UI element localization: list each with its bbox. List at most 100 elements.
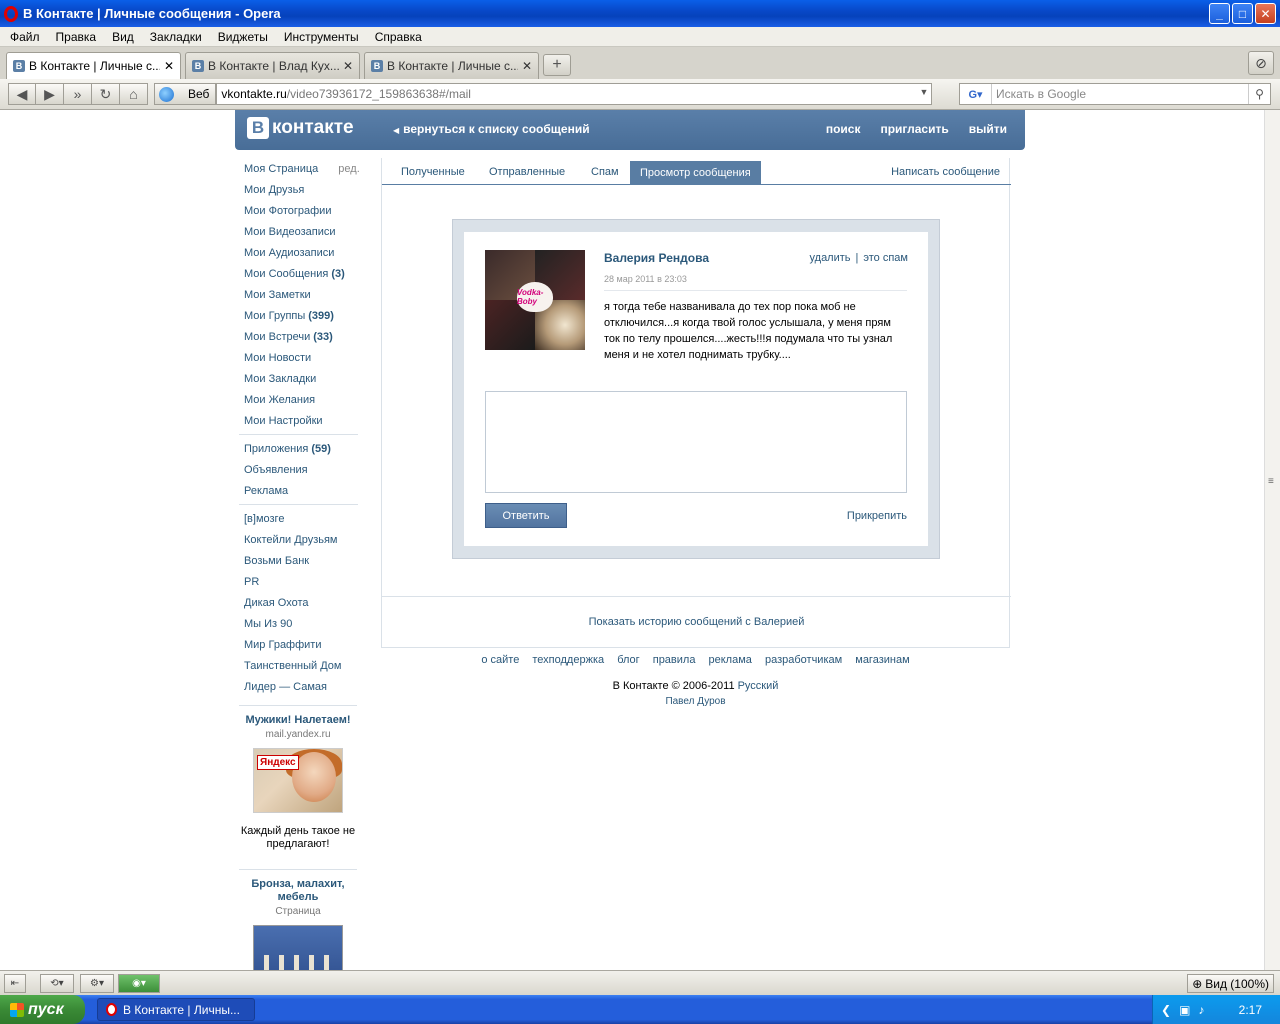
google-icon[interactable]: G▾: [960, 84, 992, 104]
attach-link[interactable]: Прикрепить: [847, 510, 907, 522]
back-button[interactable]: ◀: [8, 83, 36, 105]
menu-advertising[interactable]: Реклама: [244, 480, 358, 501]
menu-friends[interactable]: Мои Друзья: [244, 179, 358, 200]
app-link[interactable]: Дикая Охота: [244, 592, 358, 613]
fast-forward-button[interactable]: »: [64, 83, 92, 105]
chevron-down-icon[interactable]: ▼: [920, 87, 929, 97]
footer-ads[interactable]: реклама: [709, 654, 752, 666]
menu-bookmarks[interactable]: Закладки: [142, 30, 210, 44]
footer-rules[interactable]: правила: [653, 654, 696, 666]
menu-messages[interactable]: Мои Сообщения (3): [244, 263, 358, 284]
menu-notes[interactable]: Мои Заметки: [244, 284, 358, 305]
footer-shops[interactable]: магазинам: [855, 654, 909, 666]
app-link[interactable]: Лидер — Самая: [244, 676, 358, 697]
taskbar-opera-item[interactable]: В Контакте | Личны...: [97, 998, 255, 1021]
close-window-button[interactable]: ✕: [1255, 3, 1276, 24]
nav-search[interactable]: поиск: [826, 122, 861, 136]
vertical-scrollbar[interactable]: ≡: [1264, 110, 1280, 970]
menu-view[interactable]: Вид: [104, 30, 142, 44]
menu-videos[interactable]: Мои Видеозаписи: [244, 221, 358, 242]
menu-ads[interactable]: Объявления: [244, 459, 358, 480]
show-history-link[interactable]: Показать историю сообщений с Валерией: [382, 616, 1011, 628]
ad-title[interactable]: Мужики! Налетаем!: [239, 714, 357, 727]
close-tab-icon[interactable]: ✕: [522, 59, 532, 73]
ad-image[interactable]: Яндекс: [253, 748, 343, 813]
footer-about[interactable]: о сайте: [481, 654, 519, 666]
app-link[interactable]: Мир Граффити: [244, 634, 358, 655]
search-input[interactable]: Искать в Google: [992, 87, 1248, 101]
browser-tab-3[interactable]: В В Контакте | Личные с... ✕: [364, 52, 539, 79]
menu-photos[interactable]: Мои Фотографии: [244, 200, 358, 221]
browser-tab-2[interactable]: В В Контакте | Влад Кух... ✕: [185, 52, 360, 79]
edit-link[interactable]: ред.: [338, 163, 359, 175]
menu-audio[interactable]: Мои Аудиозаписи: [244, 242, 358, 263]
back-to-messages-link[interactable]: ◀ вернуться к списку сообщений: [393, 122, 590, 136]
menu-edit[interactable]: Правка: [48, 30, 105, 44]
app-link[interactable]: Коктейли Друзьям: [244, 529, 358, 550]
menu-news[interactable]: Мои Новости: [244, 347, 358, 368]
app-link[interactable]: PR: [244, 571, 358, 592]
menu-groups[interactable]: Мои Группы (399): [244, 305, 358, 326]
menu-file[interactable]: Файл: [2, 30, 48, 44]
forward-button[interactable]: ▶: [36, 83, 64, 105]
reply-button[interactable]: Ответить: [485, 503, 567, 528]
footer-developers[interactable]: разработчикам: [765, 654, 842, 666]
menu-events[interactable]: Мои Встречи (33): [244, 326, 358, 347]
menu-wishes[interactable]: Мои Желания: [244, 389, 358, 410]
ad-block-yandex[interactable]: Мужики! Налетаем! mail.yandex.ru Яндекс …: [239, 705, 357, 851]
sender-avatar[interactable]: Vodka-Boby: [485, 250, 585, 350]
spam-link[interactable]: это спам: [863, 252, 908, 264]
close-tab-icon[interactable]: ✕: [343, 59, 353, 73]
author-link[interactable]: Павел Дуров: [381, 696, 1010, 707]
zoom-control[interactable]: ⊕ Вид (100%): [1187, 974, 1274, 993]
unite-button[interactable]: ⚙▾: [80, 974, 114, 993]
tab-view-message[interactable]: Просмотр сообщения: [630, 161, 761, 185]
trash-icon[interactable]: ⊘: [1248, 51, 1274, 75]
reload-button[interactable]: ↻: [92, 83, 120, 105]
start-button[interactable]: пуск: [0, 995, 85, 1024]
ad-title[interactable]: Бронза, малахит, мебель: [239, 878, 357, 904]
ad-image[interactable]: [253, 925, 343, 970]
minimize-button[interactable]: _: [1209, 3, 1230, 24]
sync-button[interactable]: ⟲▾: [40, 974, 74, 993]
app-link[interactable]: Возьми Банк: [244, 550, 358, 571]
tray-expand-icon[interactable]: ❮: [1161, 1003, 1171, 1017]
sender-name[interactable]: Валерия Рендова: [604, 251, 709, 265]
delete-link[interactable]: удалить: [810, 252, 851, 264]
turbo-button[interactable]: ◉▾: [118, 974, 160, 993]
tab-spam[interactable]: Спам: [591, 166, 619, 178]
menu-my-page[interactable]: Моя Страница ред.: [244, 158, 360, 179]
menu-bookmarks[interactable]: Мои Закладки: [244, 368, 358, 389]
panel-toggle-button[interactable]: ⇤: [4, 974, 26, 993]
volume-icon[interactable]: ♪: [1198, 1003, 1204, 1017]
home-button[interactable]: ⌂: [120, 83, 148, 105]
tab-received[interactable]: Полученные: [401, 166, 465, 178]
scroll-grip-icon[interactable]: ≡: [1268, 477, 1277, 494]
close-tab-icon[interactable]: ✕: [164, 59, 174, 73]
menu-tools[interactable]: Инструменты: [276, 30, 367, 44]
compose-message-link[interactable]: Написать сообщение: [891, 166, 1000, 178]
app-link[interactable]: Таинственный Дом: [244, 655, 358, 676]
nav-logout[interactable]: выйти: [969, 122, 1007, 136]
menu-help[interactable]: Справка: [367, 30, 430, 44]
footer-support[interactable]: техподдержка: [532, 654, 604, 666]
network-icon[interactable]: ▣: [1179, 1003, 1190, 1017]
footer-blog[interactable]: блог: [617, 654, 639, 666]
search-box[interactable]: G▾ Искать в Google ⚲: [959, 83, 1271, 105]
app-link[interactable]: Мы Из 90: [244, 613, 358, 634]
menu-widgets[interactable]: Виджеты: [210, 30, 276, 44]
tab-sent[interactable]: Отправленные: [489, 166, 565, 178]
app-link[interactable]: [в]мозге: [244, 508, 358, 529]
search-icon[interactable]: ⚲: [1248, 84, 1270, 104]
vk-logo[interactable]: В контакте: [247, 117, 354, 139]
nav-invite[interactable]: пригласить: [880, 122, 948, 136]
maximize-button[interactable]: □: [1232, 3, 1253, 24]
reply-textarea[interactable]: [485, 391, 907, 493]
ad-block-bronze[interactable]: Бронза, малахит, мебель Страница: [239, 869, 357, 970]
menu-settings[interactable]: Мои Настройки: [244, 410, 358, 431]
language-link[interactable]: Русский: [738, 680, 779, 692]
browser-tab-1[interactable]: В В Контакте | Личные с... ✕: [6, 52, 181, 79]
web-badge[interactable]: Веб: [154, 83, 217, 105]
url-input[interactable]: vkontakte.ru/video73936172_159863638#/ma…: [216, 83, 933, 105]
menu-apps[interactable]: Приложения (59): [244, 438, 358, 459]
